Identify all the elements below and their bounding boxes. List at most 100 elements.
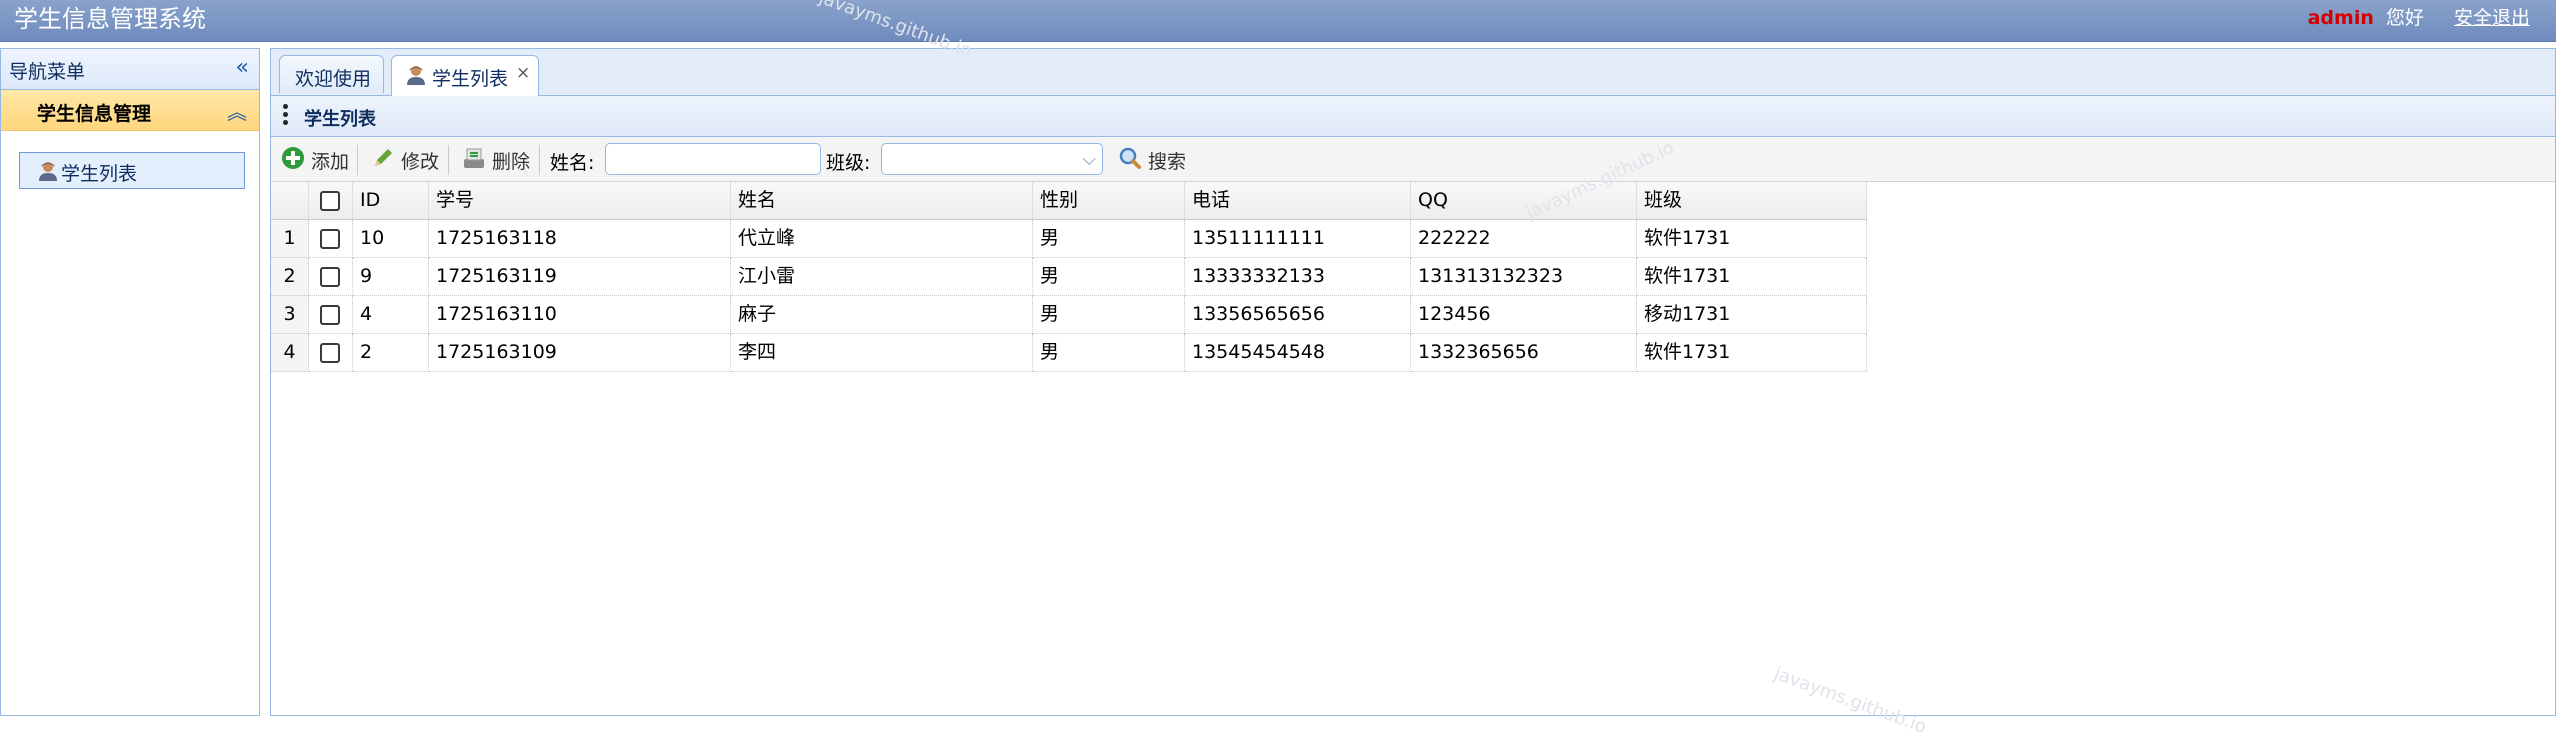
name-filter-label: 姓名: (550, 152, 595, 174)
panel-title-bar: 学生列表 (271, 96, 2555, 137)
chevron-down-icon[interactable]: ⌵ (1082, 149, 1096, 170)
main-panel: 欢迎使用 学生列表 × 学生列表 添加 修改 删除 姓名: 班级: ⌵ 搜索 I… (270, 48, 2556, 716)
table-row[interactable]: 2 9 1725163119 江小雷 男 13333332133 1313131… (271, 258, 1867, 296)
cell-id: 4 (353, 296, 429, 334)
delete-button[interactable]: 删除 (462, 145, 532, 173)
panel-title: 学生列表 (304, 109, 376, 130)
cell-student-no: 1725163118 (429, 220, 731, 258)
row-select-cell (309, 220, 353, 258)
cell-id: 2 (353, 334, 429, 372)
delete-tray-icon (464, 148, 484, 168)
column-header-class[interactable]: 班级 (1637, 182, 1867, 220)
tab-welcome[interactable]: 欢迎使用 (279, 55, 384, 93)
column-header-id[interactable]: ID (353, 182, 429, 220)
add-label: 添加 (311, 151, 350, 173)
name-filter-input[interactable] (605, 143, 821, 175)
greeting-text: 您好 (2385, 7, 2424, 29)
class-filter-select[interactable]: ⌵ (881, 143, 1103, 175)
top-header: 学生信息管理系统 admin 您好 安全退出 (0, 0, 2556, 42)
tab-label: 欢迎使用 (295, 68, 372, 90)
cell-id: 9 (353, 258, 429, 296)
double-chevron-up-icon[interactable]: ︽ (227, 96, 247, 125)
row-number: 4 (271, 334, 309, 372)
user-area: admin 您好 安全退出 (2308, 6, 2530, 30)
nav-group-title: 学生信息管理 (37, 103, 152, 125)
tab-student-list[interactable]: 学生列表 × (391, 55, 539, 96)
select-all-checkbox[interactable] (320, 191, 340, 211)
row-select-cell (309, 258, 353, 296)
nav-header: 导航菜单 « (1, 49, 259, 90)
cell-name: 李四 (731, 334, 1033, 372)
row-number: 3 (271, 296, 309, 334)
tab-bar: 欢迎使用 学生列表 × (271, 49, 2555, 96)
nav-title: 导航菜单 (9, 61, 86, 83)
row-checkbox[interactable] (320, 267, 340, 287)
column-header-name[interactable]: 姓名 (731, 182, 1033, 220)
close-icon[interactable]: × (516, 63, 530, 83)
cell-gender: 男 (1033, 220, 1185, 258)
search-icon (1119, 147, 1141, 169)
tab-label: 学生列表 (432, 68, 509, 90)
cell-qq: 131313132323 (1411, 258, 1637, 296)
cell-gender: 男 (1033, 258, 1185, 296)
toolbar-divider (539, 145, 540, 175)
user-name: admin (2307, 7, 2374, 29)
logout-link[interactable]: 安全退出 (2454, 7, 2530, 29)
row-checkbox[interactable] (320, 305, 340, 325)
column-header-student-no[interactable]: 学号 (429, 182, 731, 220)
cell-name: 代立峰 (731, 220, 1033, 258)
navigation-panel: 导航菜单 « 学生信息管理 ︽ 学生列表 (0, 48, 260, 716)
column-header-qq[interactable]: QQ (1411, 182, 1637, 220)
class-filter-label: 班级: (826, 152, 871, 174)
cell-gender: 男 (1033, 334, 1185, 372)
edit-label: 修改 (401, 151, 440, 173)
cell-class: 软件1731 (1637, 334, 1867, 372)
cell-student-no: 1725163110 (429, 296, 731, 334)
edit-button[interactable]: 修改 (371, 145, 441, 173)
cell-class: 移动1731 (1637, 296, 1867, 334)
row-select-cell (309, 296, 353, 334)
plus-icon (282, 147, 304, 169)
nav-group-student-management[interactable]: 学生信息管理 ︽ (1, 90, 259, 131)
cell-name: 麻子 (731, 296, 1033, 334)
cell-gender: 男 (1033, 296, 1185, 334)
table-row[interactable]: 4 2 1725163109 李四 男 13545454548 13323656… (271, 334, 1867, 372)
cell-student-no: 1725163119 (429, 258, 731, 296)
toolbar: 添加 修改 删除 姓名: 班级: ⌵ 搜索 (271, 137, 2555, 182)
cell-id: 10 (353, 220, 429, 258)
nav-item-student-list[interactable]: 学生列表 (19, 152, 245, 189)
column-header-phone[interactable]: 电话 (1185, 182, 1411, 220)
vertical-dots-icon (283, 104, 288, 128)
row-number: 2 (271, 258, 309, 296)
cell-student-no: 1725163109 (429, 334, 731, 372)
rownum-header (271, 182, 309, 220)
cell-phone: 13356565656 (1185, 296, 1411, 334)
double-chevron-left-icon[interactable]: « (236, 55, 249, 80)
row-number: 1 (271, 220, 309, 258)
cell-qq: 222222 (1411, 220, 1637, 258)
search-button[interactable]: 搜索 (1118, 145, 1198, 173)
table-row[interactable]: 1 10 1725163118 代立峰 男 13511111111 222222… (271, 220, 1867, 258)
select-all-cell (309, 182, 353, 220)
toolbar-divider (448, 145, 449, 175)
search-label: 搜索 (1148, 151, 1187, 173)
column-header-gender[interactable]: 性别 (1033, 182, 1185, 220)
user-icon (407, 66, 425, 85)
row-select-cell (309, 334, 353, 372)
cell-phone: 13545454548 (1185, 334, 1411, 372)
row-checkbox[interactable] (320, 343, 340, 363)
cell-phone: 13333332133 (1185, 258, 1411, 296)
cell-name: 江小雷 (731, 258, 1033, 296)
row-checkbox[interactable] (320, 229, 340, 249)
cell-qq: 1332365656 (1411, 334, 1637, 372)
cell-qq: 123456 (1411, 296, 1637, 334)
user-icon (39, 162, 57, 181)
delete-label: 删除 (492, 151, 531, 173)
add-button[interactable]: 添加 (281, 145, 351, 173)
cell-class: 软件1731 (1637, 258, 1867, 296)
app-title: 学生信息管理系统 (14, 5, 206, 33)
table-row[interactable]: 3 4 1725163110 麻子 男 13356565656 123456 移… (271, 296, 1867, 334)
cell-phone: 13511111111 (1185, 220, 1411, 258)
table-header-row: ID 学号 姓名 性别 电话 QQ 班级 (271, 182, 1867, 220)
cell-class: 软件1731 (1637, 220, 1867, 258)
